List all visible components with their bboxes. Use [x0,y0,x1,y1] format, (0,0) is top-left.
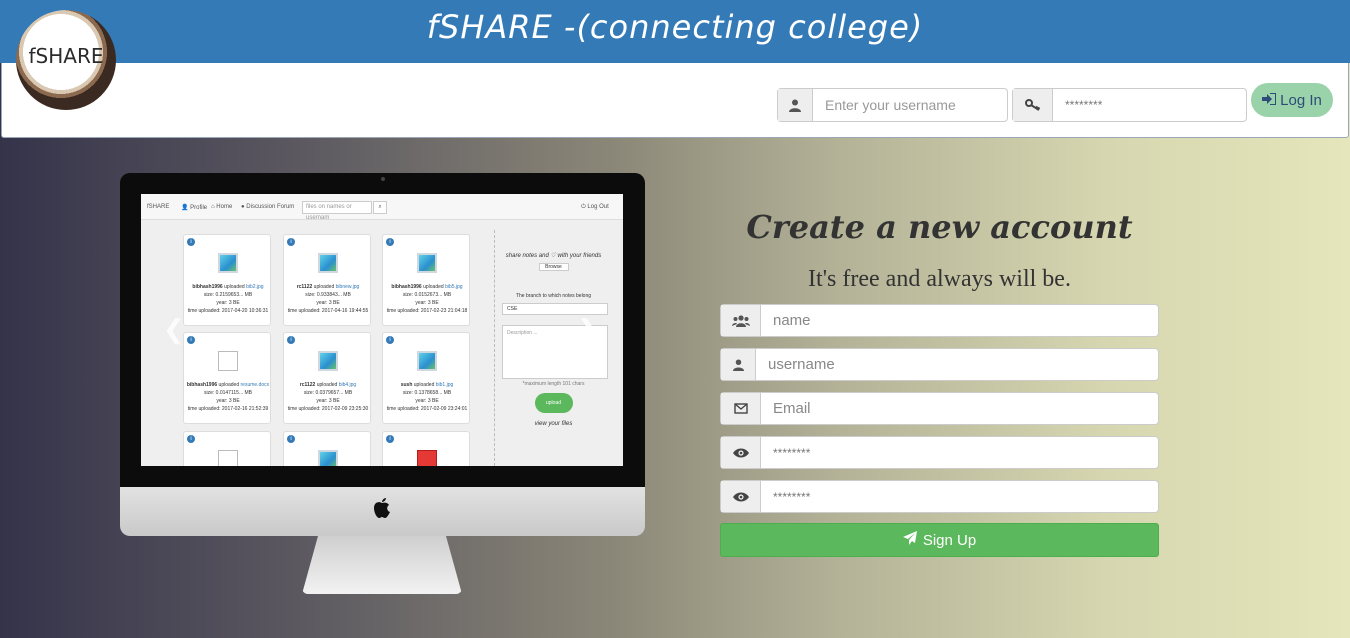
info-icon: i [287,435,295,443]
eye-icon [721,437,761,468]
user-icon [721,349,756,380]
preview-view-files: view your files [534,421,573,427]
key-icon [1013,89,1053,121]
preview-file-card: i [183,431,271,466]
login-username-input[interactable]: Enter your username [813,89,1007,121]
preview-browse: Browse [538,263,569,271]
signup-name-input[interactable]: name [761,305,1158,336]
info-icon: i [287,336,295,344]
preview-file-card: i bibhash1996 uploaded resume.docx size:… [183,332,271,424]
login-button-label: Log In [1280,91,1322,109]
image-file-icon [218,253,238,273]
info-icon: i [386,238,394,246]
info-icon: i [187,435,195,443]
login-password-group: ******** [1012,88,1247,122]
preview-nav-forum: ● Discussion Forum [241,204,295,210]
signup-title: Create a new account [746,208,1133,246]
preview-nav-home: ⌂ Home [211,204,233,210]
logo-text: fSHARE [28,44,104,68]
preview-branch-label: The branch to which notes belong [515,293,592,299]
preview-file-card: i bibhash1996 uploaded bib5.jpg size: 0.… [382,234,470,326]
preview-file-card: i [283,431,371,466]
signup-name-group: name [720,304,1159,337]
logo[interactable]: fSHARE [16,10,116,110]
file-meta: rc1122 uploaded bibnew.jpg size: 0.93384… [287,284,369,314]
info-icon: i [287,238,295,246]
preview-search: files on names or usernam [302,201,372,221]
apple-logo-icon [372,498,392,520]
signup-password-input[interactable]: ******** [761,437,1158,468]
preview-brand: fSHARE [147,204,170,210]
sign-in-icon [1262,91,1278,109]
site-title: fSHARE -(connecting college) [426,8,924,46]
file-meta: bibhash1996 uploaded resume.docx size: 0… [186,382,270,412]
login-password-input[interactable]: ******** [1053,89,1246,121]
preview-nav-profile: 👤 Profile [181,205,208,211]
preview-file-card: i [382,431,470,466]
signup-username-group: username [720,348,1159,381]
preview-logout: ⏻ Log Out [581,204,609,210]
imac-stand [302,536,462,594]
preview-search-icon: ⌕ [373,201,387,214]
camera-dot [381,177,385,181]
signup-password-group: ******** [720,436,1159,469]
carousel-prev-icon[interactable]: ❮ [163,314,185,345]
file-meta: bibhash1996 uploaded bib5.jpg size: 0.01… [386,284,468,314]
paper-plane-icon [902,531,917,549]
signup-username-input[interactable]: username [756,349,1158,380]
info-icon: i [187,238,195,246]
signup-confirm-password-group: ******** [720,480,1159,513]
preview-file-card: i rc1122 uploaded bib4.jpg size: 0.03796… [283,332,371,424]
info-icon: i [386,435,394,443]
login-username-group: Enter your username [777,88,1008,122]
word-file-icon [218,450,238,466]
top-navbar: fSHARE -(connecting college) [0,0,1350,63]
signup-button[interactable]: Sign Up [720,523,1159,557]
signup-email-input[interactable]: Email [761,393,1158,424]
signup-subtitle: It's free and always will be. [808,266,1071,292]
carousel-next-icon[interactable]: ❯ [577,314,599,345]
signup-confirm-password-input[interactable]: ******** [761,481,1158,512]
preview-upload-panel: share notes and ♡ with your friends Brow… [494,230,612,466]
app-preview-screenshot: fSHARE 👤 Profile ⌂ Home ● Discussion For… [141,194,623,466]
signup-email-group: Email [720,392,1159,425]
image-file-icon [417,253,437,273]
preview-upload-button: upload [534,393,573,413]
preview-share-heading: share notes and ♡ with your friends [505,253,602,259]
preview-file-card: i sush uploaded bib1.jpg size: 0.1378658… [382,332,470,424]
users-icon [721,305,761,336]
file-meta: sush uploaded bib1.jpg size: 0.1378658..… [386,382,468,412]
envelope-icon [721,393,761,424]
preview-file-card: i rc1122 uploaded bibnew.jpg size: 0.933… [283,234,371,326]
image-file-icon [318,253,338,273]
info-icon: i [187,336,195,344]
login-button[interactable]: Log In [1251,83,1333,117]
file-meta: rc1122 uploaded bib4.jpg size: 0.0379657… [287,382,369,412]
signup-button-label: Sign Up [922,531,977,549]
eye-icon [721,481,761,512]
preview-max-length: *maximum length 101 chars [522,381,585,387]
image-file-icon [417,351,437,371]
word-file-icon [218,351,238,371]
image-file-icon [318,351,338,371]
preview-file-card: i bibhash1996 uploaded bib2.jpg size: 0.… [183,234,271,326]
pdf-file-icon [417,450,437,466]
image-file-icon [318,450,338,466]
info-icon: i [386,336,394,344]
user-icon [778,89,813,121]
file-meta: bibhash1996 uploaded bib2.jpg size: 0.21… [187,284,269,314]
preview-navbar: fSHARE 👤 Profile ⌂ Home ● Discussion For… [141,194,623,221]
